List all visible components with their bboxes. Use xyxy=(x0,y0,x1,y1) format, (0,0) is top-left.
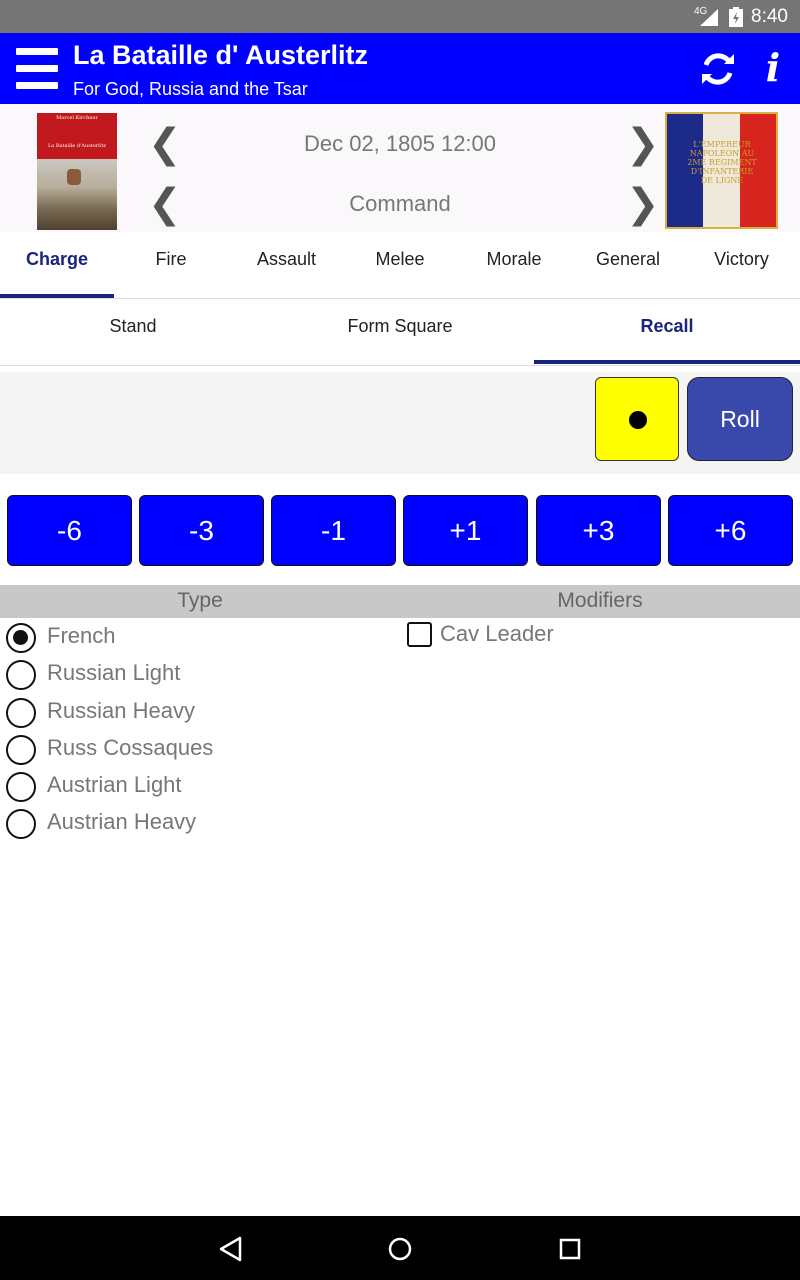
hamburger-menu-icon[interactable] xyxy=(16,48,58,90)
roll-button[interactable]: Roll xyxy=(687,377,793,461)
regimental-flag-image: L'EMPEREUR NAPOLEON AU 2ME REGIMENT D'IN… xyxy=(665,112,778,229)
next-date-button[interactable]: ❯ xyxy=(626,124,660,164)
modifier-minus-6-button[interactable]: -6 xyxy=(7,495,132,566)
flag-inscription: L'EMPEREUR NAPOLEON AU 2ME REGIMENT D'IN… xyxy=(687,140,757,185)
next-phase-button[interactable]: ❯ xyxy=(626,184,660,224)
tab-melee[interactable]: Melee xyxy=(345,232,455,294)
section-header: Type Modifiers xyxy=(0,585,800,618)
app-bar: La Bataille d' Austerlitz For God, Russi… xyxy=(0,33,800,104)
phase-label: Command xyxy=(349,191,451,216)
home-icon[interactable] xyxy=(385,1234,415,1264)
prev-phase-button[interactable]: ❮ xyxy=(148,184,182,224)
back-icon[interactable] xyxy=(216,1234,246,1264)
system-nav-bar xyxy=(0,1216,800,1280)
sync-icon[interactable] xyxy=(698,49,738,89)
box-art-caption-top: Marcel Kirchner xyxy=(56,115,98,121)
radio-button[interactable] xyxy=(6,772,36,802)
type-label: Austrian Heavy xyxy=(47,809,197,834)
game-box-art: Marcel Kirchner La Bataille d'Austerlitz xyxy=(37,113,117,230)
subtab-stand[interactable]: Stand xyxy=(0,299,266,360)
status-bar: 4G 8:40 xyxy=(0,0,800,33)
box-art-caption-bottom: La Bataille d'Austerlitz xyxy=(47,143,107,149)
recents-icon[interactable] xyxy=(555,1234,585,1264)
modifier-plus-1-button[interactable]: +1 xyxy=(403,495,528,566)
type-label: French xyxy=(47,623,116,648)
radio-button[interactable] xyxy=(6,809,36,839)
radio-button[interactable] xyxy=(6,698,36,728)
tab-morale[interactable]: Morale xyxy=(455,232,573,294)
tab-general[interactable]: General xyxy=(573,232,683,294)
modifiers-header: Modifiers xyxy=(557,589,643,612)
prev-date-button[interactable]: ❮ xyxy=(148,124,182,164)
tab-assault[interactable]: Assault xyxy=(228,232,345,294)
type-label: Russ Cossaques xyxy=(47,735,214,760)
date-time-label: Dec 02, 1805 12:00 xyxy=(303,131,497,156)
subtab-recall[interactable]: Recall xyxy=(534,299,800,364)
subtab-form-square[interactable]: Form Square xyxy=(266,299,534,360)
radio-button-checked[interactable] xyxy=(6,623,36,653)
tab-victory[interactable]: Victory xyxy=(683,232,800,294)
modifier-label: Cav Leader xyxy=(440,621,554,646)
die-result xyxy=(595,377,679,461)
modifier-minus-1-button[interactable]: -1 xyxy=(271,495,396,566)
signal-icon xyxy=(700,9,718,26)
type-label: Russian Light xyxy=(47,660,181,685)
modifier-minus-3-button[interactable]: -3 xyxy=(139,495,264,566)
radio-button[interactable] xyxy=(6,660,36,690)
type-label: Russian Heavy xyxy=(47,698,195,723)
tab-charge[interactable]: Charge xyxy=(0,232,114,298)
modifier-plus-3-button[interactable]: +3 xyxy=(536,495,661,566)
clock: 8:40 xyxy=(751,6,788,27)
checkbox[interactable] xyxy=(407,622,432,647)
main-tabs: Charge Fire Assault Melee Morale General… xyxy=(0,232,800,299)
die-pip xyxy=(629,411,647,429)
app-title: La Bataille d' Austerlitz xyxy=(73,40,368,70)
type-label: Austrian Light xyxy=(47,772,182,797)
type-header: Type xyxy=(177,589,223,612)
battery-icon xyxy=(729,7,743,27)
modifier-plus-6-button[interactable]: +6 xyxy=(668,495,793,566)
sub-tabs: Stand Form Square Recall xyxy=(0,299,800,366)
roll-area xyxy=(0,372,800,474)
tab-fire[interactable]: Fire xyxy=(114,232,228,294)
radio-button[interactable] xyxy=(6,735,36,765)
info-icon[interactable]: i xyxy=(760,45,786,91)
app-subtitle: For God, Russia and the Tsar xyxy=(73,79,308,99)
